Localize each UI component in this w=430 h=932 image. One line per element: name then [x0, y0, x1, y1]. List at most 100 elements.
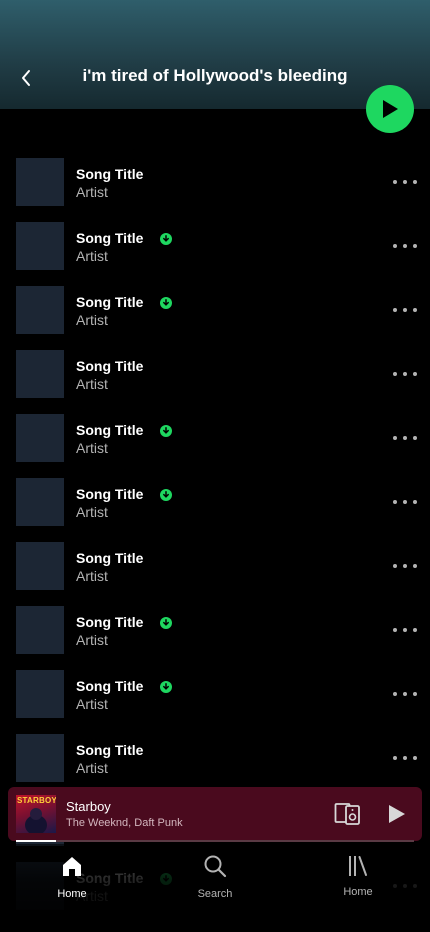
- track-thumbnail: [16, 478, 64, 526]
- track-title: Song Title: [76, 614, 144, 630]
- downloaded-icon: [160, 617, 172, 629]
- now-playing-title: Starboy: [66, 799, 111, 814]
- more-dot-icon: [413, 500, 417, 504]
- mini-player[interactable]: STARBOY Starboy The Weeknd, Daft Punk: [8, 787, 422, 841]
- list-item[interactable]: Song Title Artist: [0, 350, 430, 398]
- tab-home-label: Home: [57, 888, 87, 900]
- track-thumbnail: [16, 542, 64, 590]
- more-dot-icon: [413, 308, 417, 312]
- now-playing-artist: The Weeknd, Daft Punk: [66, 817, 183, 829]
- more-dot-icon: [393, 436, 397, 440]
- more-dot-icon: [403, 180, 407, 184]
- downloaded-icon: [160, 425, 172, 437]
- more-options-button[interactable]: [393, 430, 417, 446]
- track-artist: Artist: [76, 504, 108, 520]
- playback-progress-fill: [16, 840, 56, 842]
- downloaded-icon: [160, 297, 172, 309]
- more-dot-icon: [413, 692, 417, 696]
- play-icon: [383, 100, 398, 118]
- playlist-header: i'm tired of Hollywood's bleeding: [0, 0, 430, 109]
- more-dot-icon: [413, 756, 417, 760]
- list-item[interactable]: Song Title Artist: [0, 478, 430, 526]
- more-dot-icon: [403, 628, 407, 632]
- more-dot-icon: [393, 372, 397, 376]
- more-dot-icon: [413, 372, 417, 376]
- tab-search[interactable]: Search: [175, 854, 255, 906]
- track-title: Song Title: [76, 358, 144, 374]
- track-artist: Artist: [76, 312, 108, 328]
- more-options-button[interactable]: [393, 494, 417, 510]
- track-title: Song Title: [76, 678, 144, 694]
- track-thumbnail: [16, 414, 64, 462]
- more-dot-icon: [403, 244, 407, 248]
- track-artist: Artist: [76, 760, 108, 776]
- more-options-button[interactable]: [393, 174, 417, 190]
- play-button[interactable]: [366, 85, 414, 133]
- more-dot-icon: [403, 500, 407, 504]
- track-title: Song Title: [76, 486, 144, 502]
- more-dot-icon: [393, 308, 397, 312]
- more-dot-icon: [413, 244, 417, 248]
- more-dot-icon: [403, 564, 407, 568]
- more-dot-icon: [413, 180, 417, 184]
- list-item[interactable]: Song Title Artist: [0, 158, 430, 206]
- list-item[interactable]: Song Title Artist: [0, 542, 430, 590]
- track-thumbnail: [16, 286, 64, 334]
- track-thumbnail: [16, 350, 64, 398]
- downloaded-icon: [160, 489, 172, 501]
- track-title: Song Title: [76, 550, 144, 566]
- track-artist: Artist: [76, 632, 108, 648]
- album-art: STARBOY: [16, 795, 56, 833]
- list-item[interactable]: Song Title Artist: [0, 222, 430, 270]
- bottom-tab-bar: Home Search Home: [0, 844, 430, 932]
- track-thumbnail: [16, 734, 64, 782]
- more-options-button[interactable]: [393, 366, 417, 382]
- list-item[interactable]: Song Title Artist: [0, 414, 430, 462]
- more-options-button[interactable]: [393, 302, 417, 318]
- track-title: Song Title: [76, 422, 144, 438]
- page-title: i'm tired of Hollywood's bleeding: [82, 66, 348, 85]
- play-icon: [389, 805, 405, 823]
- more-dot-icon: [393, 628, 397, 632]
- downloaded-icon: [160, 681, 172, 693]
- tab-search-label: Search: [197, 888, 233, 900]
- track-artist: Artist: [76, 696, 108, 712]
- more-dot-icon: [393, 244, 397, 248]
- playback-progress-bar[interactable]: [16, 840, 414, 842]
- more-dot-icon: [413, 436, 417, 440]
- track-thumbnail: [16, 222, 64, 270]
- track-thumbnail: [16, 606, 64, 654]
- search-icon: [204, 855, 227, 878]
- more-dot-icon: [403, 372, 407, 376]
- tab-home[interactable]: Home: [32, 854, 112, 906]
- downloaded-icon: [160, 233, 172, 245]
- track-artist: Artist: [76, 568, 108, 584]
- more-dot-icon: [403, 756, 407, 760]
- mini-play-button[interactable]: [384, 802, 408, 826]
- more-dot-icon: [393, 692, 397, 696]
- more-options-button[interactable]: [393, 622, 417, 638]
- tab-library[interactable]: Home: [318, 854, 398, 906]
- more-dot-icon: [403, 436, 407, 440]
- track-artist: Artist: [76, 376, 108, 392]
- more-options-button[interactable]: [393, 558, 417, 574]
- list-item[interactable]: Song Title Artist: [0, 606, 430, 654]
- track-title: Song Title: [76, 742, 144, 758]
- more-options-button[interactable]: [393, 686, 417, 702]
- track-artist: Artist: [76, 440, 108, 456]
- more-dot-icon: [403, 692, 407, 696]
- connect-device-button[interactable]: [334, 801, 362, 827]
- more-dot-icon: [413, 564, 417, 568]
- track-title: Song Title: [76, 294, 144, 310]
- more-options-button[interactable]: [393, 750, 417, 766]
- more-dot-icon: [413, 628, 417, 632]
- track-thumbnail: [16, 158, 64, 206]
- list-item[interactable]: Song Title Artist: [0, 670, 430, 718]
- devices-icon: [334, 803, 360, 825]
- track-artist: Artist: [76, 248, 108, 264]
- tab-library-label: Home: [343, 886, 373, 898]
- track-title: Song Title: [76, 230, 144, 246]
- more-options-button[interactable]: [393, 238, 417, 254]
- list-item[interactable]: Song Title Artist: [0, 734, 430, 782]
- list-item[interactable]: Song Title Artist: [0, 286, 430, 334]
